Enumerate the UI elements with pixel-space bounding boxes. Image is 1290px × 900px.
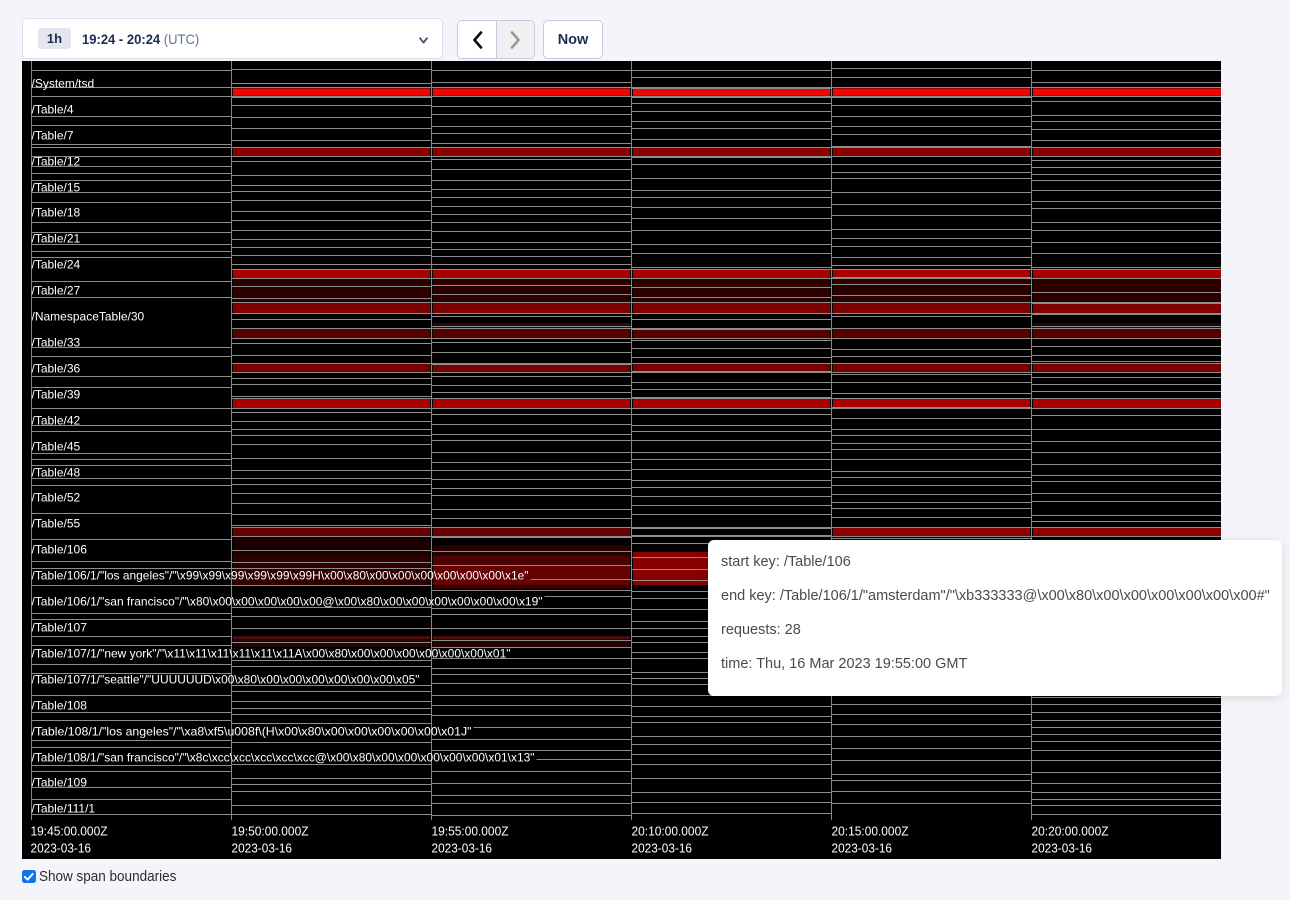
svg-text:/Table/12: /Table/12: [32, 155, 81, 169]
svg-text:/System/tsd: /System/tsd: [32, 77, 95, 91]
svg-text:/Table/21: /Table/21: [32, 232, 81, 246]
svg-text:/Table/36: /Table/36: [32, 362, 81, 376]
svg-text:/Table/55: /Table/55: [32, 517, 81, 531]
svg-text:/Table/108/1/"san francisco"/": /Table/108/1/"san francisco"/"\x8c\xcc\x…: [32, 751, 535, 765]
svg-text:19:55:00.000Z: 19:55:00.000Z: [432, 825, 509, 839]
svg-text:/Table/45: /Table/45: [32, 440, 81, 454]
svg-text:/Table/18: /Table/18: [32, 206, 81, 220]
svg-text:19:45:00.000Z: 19:45:00.000Z: [31, 825, 108, 839]
svg-text:/Table/109: /Table/109: [32, 776, 88, 790]
svg-text:19:50:00.000Z: 19:50:00.000Z: [232, 825, 309, 839]
svg-text:/Table/106: /Table/106: [32, 543, 88, 557]
svg-text:/Table/108: /Table/108: [32, 699, 88, 713]
svg-text:/Table/111/1: /Table/111/1: [32, 802, 96, 816]
svg-text:/Table/52: /Table/52: [32, 491, 81, 505]
svg-text:20:10:00.000Z: 20:10:00.000Z: [632, 825, 709, 839]
svg-text:/Table/48: /Table/48: [32, 466, 81, 480]
svg-text:20:20:00.000Z: 20:20:00.000Z: [1032, 825, 1109, 839]
svg-text:/Table/107: /Table/107: [32, 621, 88, 635]
svg-text:2023-03-16: 2023-03-16: [832, 842, 893, 856]
svg-text:/Table/33: /Table/33: [32, 336, 81, 350]
svg-text:/Table/24: /Table/24: [32, 258, 81, 272]
svg-text:/Table/4: /Table/4: [32, 103, 74, 117]
svg-text:/Table/106/1/"los angeles"/"\x: /Table/106/1/"los angeles"/"\x99\x99\x99…: [32, 569, 529, 583]
svg-text:/Table/7: /Table/7: [32, 129, 74, 143]
svg-text:20:15:00.000Z: 20:15:00.000Z: [832, 825, 909, 839]
svg-text:/Table/15: /Table/15: [32, 181, 81, 195]
svg-text:2023-03-16: 2023-03-16: [632, 842, 693, 856]
svg-text:/Table/42: /Table/42: [32, 414, 81, 428]
svg-text:/Table/106/1/"san francisco"/": /Table/106/1/"san francisco"/"\x80\x00\x…: [32, 595, 543, 609]
svg-text:/Table/108/1/"los angeles"/"\x: /Table/108/1/"los angeles"/"\xa8\xf5\u00…: [32, 725, 472, 739]
svg-text:/Table/107/1/"new york"/"\x11\: /Table/107/1/"new york"/"\x11\x11\x11\x1…: [32, 647, 511, 661]
svg-text:2023-03-16: 2023-03-16: [1032, 842, 1093, 856]
svg-text:/Table/107/1/"seattle"/"UUUUUU: /Table/107/1/"seattle"/"UUUUUUD\x00\x80\…: [32, 673, 420, 687]
svg-text:2023-03-16: 2023-03-16: [432, 842, 493, 856]
svg-text:/Table/39: /Table/39: [32, 388, 81, 402]
svg-text:/NamespaceTable/30: /NamespaceTable/30: [32, 310, 145, 324]
svg-text:2023-03-16: 2023-03-16: [31, 842, 92, 856]
svg-text:/Table/27: /Table/27: [32, 284, 81, 298]
svg-text:2023-03-16: 2023-03-16: [232, 842, 293, 856]
